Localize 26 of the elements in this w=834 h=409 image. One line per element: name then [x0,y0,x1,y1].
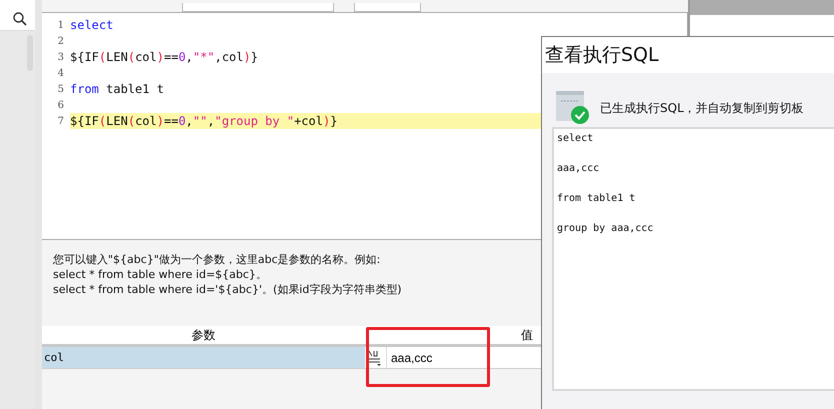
line-number: 5 [56,84,65,94]
column-header: 值 [520,326,534,344]
text-type-icon[interactable] [368,350,382,366]
sql-line: aaa,ccc [557,162,600,176]
line-number: 4 [56,68,65,78]
line-number: 3 [56,52,65,62]
hint-text: select * from table where id='${abc}'。(如果id字段为字符串类型) [53,282,403,297]
code-line: select [70,18,114,32]
table-cell[interactable]: col [42,347,365,368]
code-line: ${IF(LEN(col)==0,"","group by "+col)} [70,114,338,128]
document-check-icon [556,91,590,125]
code-line: from table1 t [70,82,164,96]
line-number: 1 [56,20,65,30]
sql-line: from table1 t [557,192,636,206]
hint-text: 您可以键入"${abc}"做为一个参数，这里abc是参数的名称。例如: [53,252,382,267]
sql-line: select [557,132,594,146]
sql-text-area[interactable]: select aaa,ccc from table1 t group by aaa,ccc [552,127,834,391]
line-number: 2 [56,36,65,46]
dropdown-field[interactable] [182,3,334,12]
sql-line: group by aaa,ccc [557,222,654,236]
search-icon[interactable] [13,12,27,26]
column-header: 参数 [190,326,216,344]
hint-text: select * from table where id=${abc}。 [53,267,268,282]
editor-line[interactable]: 1 select [42,17,687,33]
code-line: ${IF(LEN(col)==0,"*",col)} [70,50,258,64]
dialog-title: 查看执行SQL [542,37,834,73]
